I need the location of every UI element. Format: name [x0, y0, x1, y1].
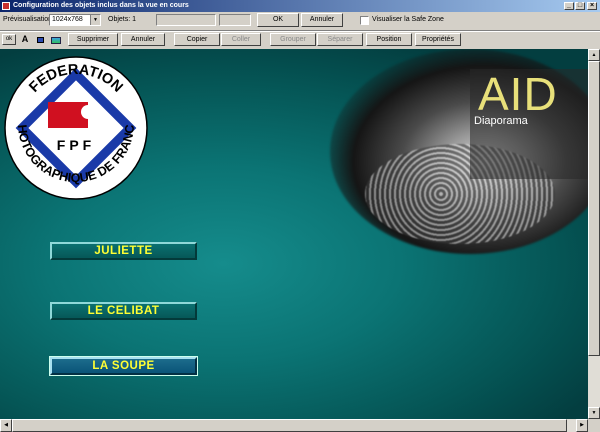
preview-resolution-value: 1024x768: [52, 16, 83, 23]
cancel-button[interactable]: Annuler: [301, 13, 343, 27]
safezone-checkbox[interactable]: [360, 16, 369, 25]
ok-button[interactable]: OK: [257, 13, 299, 27]
copy-button[interactable]: Copier: [174, 33, 220, 46]
info-field-1: [156, 14, 216, 26]
logo-initials: FPF: [57, 137, 95, 153]
toolbar-top: Prévisualisation 1024x768 ▼ Objets: 1 OK…: [0, 12, 600, 29]
paste-button[interactable]: Coller: [221, 33, 261, 46]
preview-resolution-select[interactable]: 1024x768 ▼: [49, 14, 101, 26]
position-button[interactable]: Position: [366, 33, 412, 46]
vertical-scroll-thumb[interactable]: [588, 61, 600, 356]
window-title: Configuration des objets inclus dans la …: [13, 2, 189, 9]
chevron-down-icon[interactable]: ▼: [90, 15, 100, 25]
scroll-right-icon[interactable]: ▶: [576, 419, 588, 432]
ok-small-button[interactable]: ok: [2, 34, 16, 45]
scroll-up-icon[interactable]: ▲: [588, 49, 600, 61]
scroll-down-icon[interactable]: ▼: [588, 407, 600, 419]
app-icon: [2, 2, 10, 10]
slide-button-le-celibat[interactable]: LE CELIBAT: [50, 302, 197, 320]
info-field-2: [219, 14, 251, 26]
slide-canvas[interactable]: AID Diaporama FPF FEDERATION PHOTOGRAPHI…: [0, 49, 588, 419]
brand-subtitle: Diaporama: [474, 115, 528, 127]
title-bar[interactable]: Configuration des objets inclus dans la …: [0, 0, 600, 12]
close-button[interactable]: ×: [587, 2, 597, 10]
delete-button[interactable]: Supprimer: [68, 33, 118, 46]
safezone-label: Visualiser la Safe Zone: [372, 16, 444, 23]
slide-button-juliette[interactable]: JULIETTE: [50, 242, 197, 260]
toolbar-edit: ok A Supprimer Annuler Copier Coller Gro…: [0, 32, 600, 48]
preview-label: Prévisualisation: [3, 16, 53, 23]
scrollbar-corner: [588, 419, 600, 432]
logo-white-dot: [81, 105, 95, 119]
undo-button[interactable]: Annuler: [121, 33, 165, 46]
scroll-left-icon[interactable]: ◀: [0, 419, 12, 432]
minimize-button[interactable]: _: [564, 2, 574, 10]
ungroup-button[interactable]: Séparer: [317, 33, 363, 46]
group-button[interactable]: Grouper: [270, 33, 316, 46]
vertical-scrollbar[interactable]: ▲ ▼: [588, 49, 600, 419]
color-tool-icon[interactable]: [34, 34, 46, 45]
fpf-logo[interactable]: FPF FEDERATION PHOTOGRAPHIQUE DE FRANCE: [4, 56, 148, 200]
image-tool-icon[interactable]: [49, 34, 63, 45]
text-tool-icon[interactable]: A: [18, 33, 32, 46]
properties-button[interactable]: Propriétés: [415, 33, 461, 46]
maximize-button[interactable]: □: [575, 2, 585, 10]
slide-button-la-soupe[interactable]: LA SOUPE: [49, 356, 198, 376]
objects-count: Objets: 1: [108, 16, 137, 23]
horizontal-scrollbar[interactable]: ◀ ▶: [0, 419, 588, 432]
brand-title: AID: [478, 68, 558, 120]
horizontal-scroll-thumb[interactable]: [12, 419, 567, 432]
